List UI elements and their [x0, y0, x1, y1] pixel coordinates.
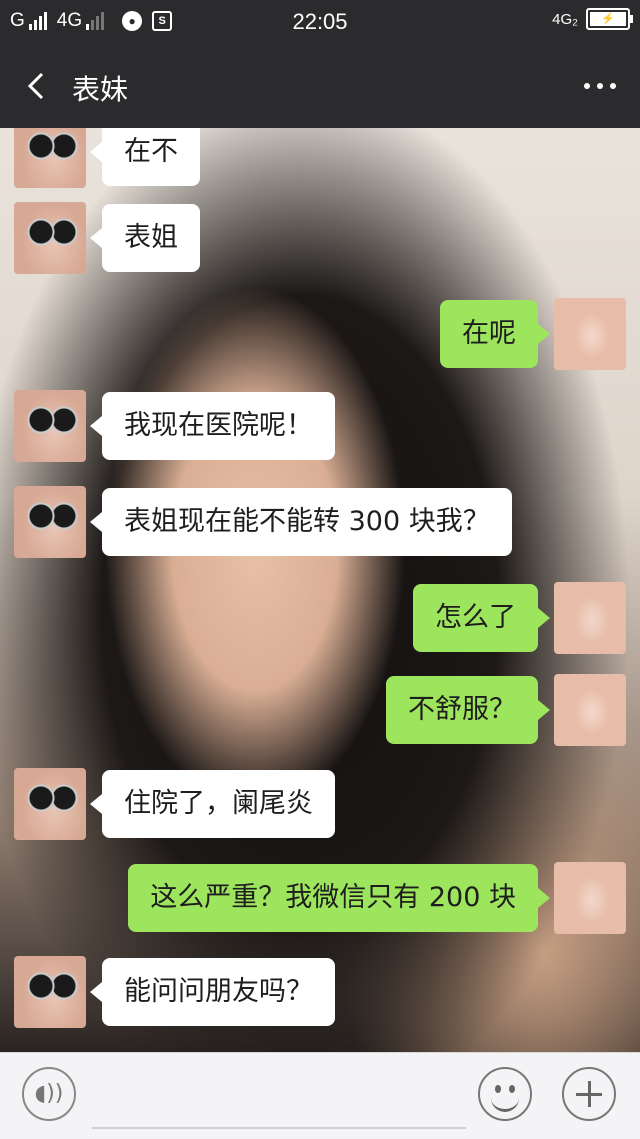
- my-avatar[interactable]: [554, 862, 626, 934]
- more-options-icon[interactable]: [582, 74, 618, 98]
- received-message-bubble[interactable]: 住院了，阑尾炎: [90, 770, 335, 838]
- received-message-bubble[interactable]: 能问问朋友吗？: [90, 958, 335, 1026]
- contact-avatar[interactable]: [14, 128, 86, 188]
- contact-avatar[interactable]: [14, 202, 86, 274]
- input-bar: ◖)): [0, 1052, 640, 1139]
- sent-message-bubble[interactable]: 怎么了: [413, 584, 550, 652]
- sent-message-bubble[interactable]: 这么严重？我微信只有 200 块: [128, 864, 550, 932]
- voice-icon: ◖)): [34, 1081, 64, 1106]
- sent-message-bubble[interactable]: 在呢: [440, 300, 550, 368]
- contact-avatar[interactable]: [14, 390, 86, 462]
- sent-message-bubble[interactable]: 不舒服？: [386, 676, 550, 744]
- battery-icon: ⚡: [586, 8, 633, 30]
- received-message-bubble[interactable]: 在不: [90, 128, 200, 186]
- voice-input-button[interactable]: ◖)): [22, 1067, 76, 1121]
- contact-avatar[interactable]: [14, 956, 86, 1028]
- chat-area[interactable]: 在不表姐在呢我现在医院呢！ 表姐现在能不能转 300 块我？ 怎么了不舒服？ 住院了，…: [0, 128, 640, 1052]
- network-type: 4G₂: [552, 10, 578, 28]
- chat-title: 表妹: [72, 73, 129, 106]
- received-message-bubble[interactable]: 表姐: [90, 204, 200, 272]
- status-right: 4G₂ ⚡: [552, 8, 633, 30]
- my-avatar[interactable]: [554, 582, 626, 654]
- charging-icon: ⚡: [590, 12, 626, 26]
- back-arrow-icon[interactable]: [22, 70, 54, 102]
- emoji-button[interactable]: [478, 1067, 532, 1121]
- message-input[interactable]: [92, 1065, 466, 1129]
- chat-header: 表妹: [0, 44, 640, 128]
- contact-avatar[interactable]: [14, 486, 86, 558]
- more-functions-button[interactable]: [562, 1067, 616, 1121]
- received-message-bubble[interactable]: 表姐现在能不能转 300 块我？: [90, 488, 512, 556]
- contact-avatar[interactable]: [14, 768, 86, 840]
- status-bar: G 4G ● S 22:05 4G₂ ⚡: [0, 0, 640, 44]
- my-avatar[interactable]: [554, 674, 626, 746]
- clock: 22:05: [292, 9, 348, 34]
- my-avatar[interactable]: [554, 298, 626, 370]
- received-message-bubble[interactable]: 我现在医院呢！: [90, 392, 335, 460]
